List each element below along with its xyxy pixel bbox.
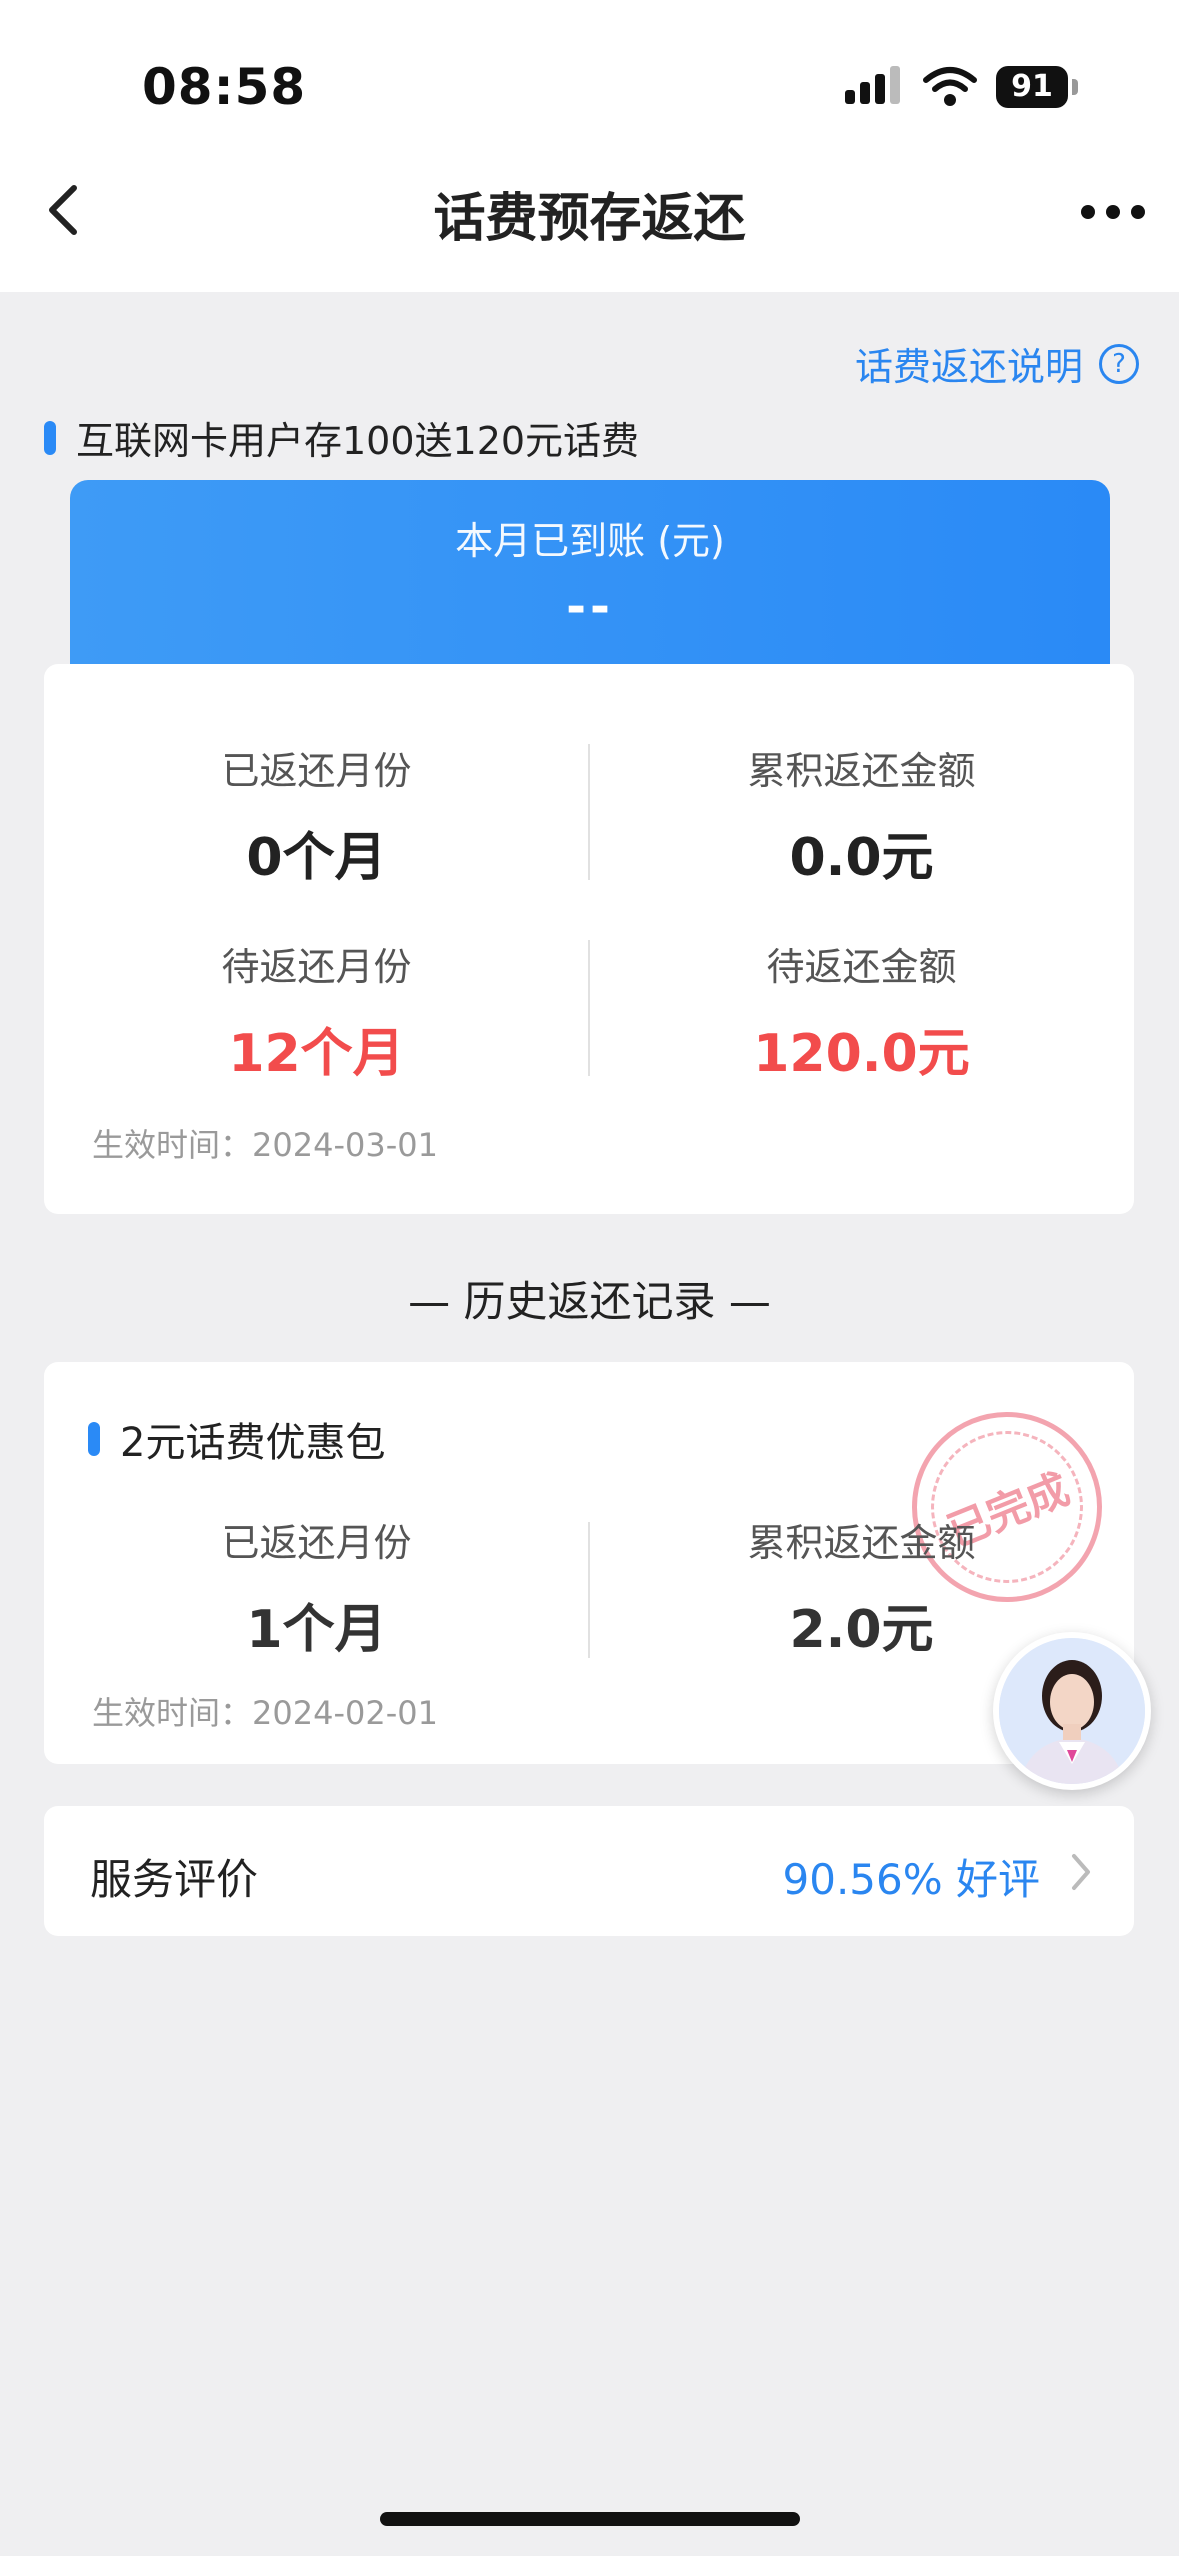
record-heading: 2元话费优惠包 <box>88 1410 385 1468</box>
divider <box>588 940 590 1076</box>
promo-heading: 互联网卡用户存100送120元话费 <box>44 410 639 465</box>
section-marker <box>44 420 56 455</box>
promo-title: 互联网卡用户存100送120元话费 <box>76 419 640 463</box>
monthly-credited-banner: 本月已到账 (元) -- <box>70 480 1110 666</box>
more-options-icon[interactable] <box>1078 192 1148 232</box>
cellular-signal-icon <box>845 66 900 104</box>
battery-level: 91 <box>996 66 1068 108</box>
stat-value: 0.0元 <box>789 828 934 888</box>
home-indicator[interactable] <box>380 2512 800 2526</box>
divider <box>588 1522 590 1658</box>
refund-explanation-label: 话费返还说明 <box>854 345 1083 389</box>
wifi-icon <box>923 67 977 106</box>
refund-explanation-link[interactable]: 话费返还说明 ? <box>855 336 1139 391</box>
service-rating-label: 服务评价 <box>90 1855 259 1904</box>
history-record-card: 2元话费优惠包 已完成 已返还月份 1个月 累积返还金额 2.0元 生效时间：2… <box>44 1362 1134 1764</box>
stat-label: 已返还月份 <box>221 1521 412 1565</box>
banner-value: -- <box>566 579 614 635</box>
avatar-icon <box>999 1638 1145 1784</box>
stat-value: 12个月 <box>228 1024 405 1084</box>
page-title: 话费预存返还 <box>433 189 746 249</box>
question-mark-icon: ? <box>1099 343 1139 384</box>
banner-label: 本月已到账 (元) <box>455 519 725 563</box>
stat-label: 已返还月份 <box>221 749 412 793</box>
stat-pending-amount: 待返还金额 120.0元 <box>589 936 1134 1086</box>
battery-nub <box>1072 79 1078 95</box>
stat-value: 0个月 <box>246 828 387 888</box>
record-returned-months: 已返还月份 1个月 <box>44 1512 589 1662</box>
status-time: 08:58 <box>142 58 307 116</box>
stat-label: 累积返还金额 <box>747 749 976 793</box>
stat-accumulated-amount: 累积返还金额 0.0元 <box>589 740 1134 890</box>
divider <box>588 744 590 880</box>
service-rating-value: 90.56% 好评 <box>782 1855 1041 1904</box>
promo-stats-card: 已返还月份 0个月 累积返还金额 0.0元 待返还月份 12个月 待返还金额 1… <box>44 664 1134 1214</box>
effective-time: 生效时间：2024-03-01 <box>92 1126 438 1164</box>
battery-indicator: 91 <box>996 66 1078 108</box>
service-rating-row[interactable]: 服务评价 90.56% 好评 <box>44 1806 1134 1936</box>
stat-returned-months: 已返还月份 0个月 <box>44 740 589 890</box>
record-title: 2元话费优惠包 <box>120 1420 386 1466</box>
history-title: — 历史返还记录 — <box>408 1277 771 1326</box>
stat-label: 待返还金额 <box>766 945 957 989</box>
stat-label: 累积返还金额 <box>747 1521 976 1565</box>
stat-value: 1个月 <box>246 1600 387 1660</box>
chevron-right-icon <box>1072 1854 1090 1890</box>
section-marker <box>88 1422 100 1456</box>
record-effective-time: 生效时间：2024-02-01 <box>92 1694 438 1732</box>
stat-pending-months: 待返还月份 12个月 <box>44 936 589 1086</box>
stat-value: 120.0元 <box>753 1024 970 1084</box>
customer-service-avatar[interactable] <box>993 1632 1151 1790</box>
top-bar: 08:58 91 话费预存返还 <box>0 0 1179 292</box>
stat-label: 待返还月份 <box>221 945 412 989</box>
